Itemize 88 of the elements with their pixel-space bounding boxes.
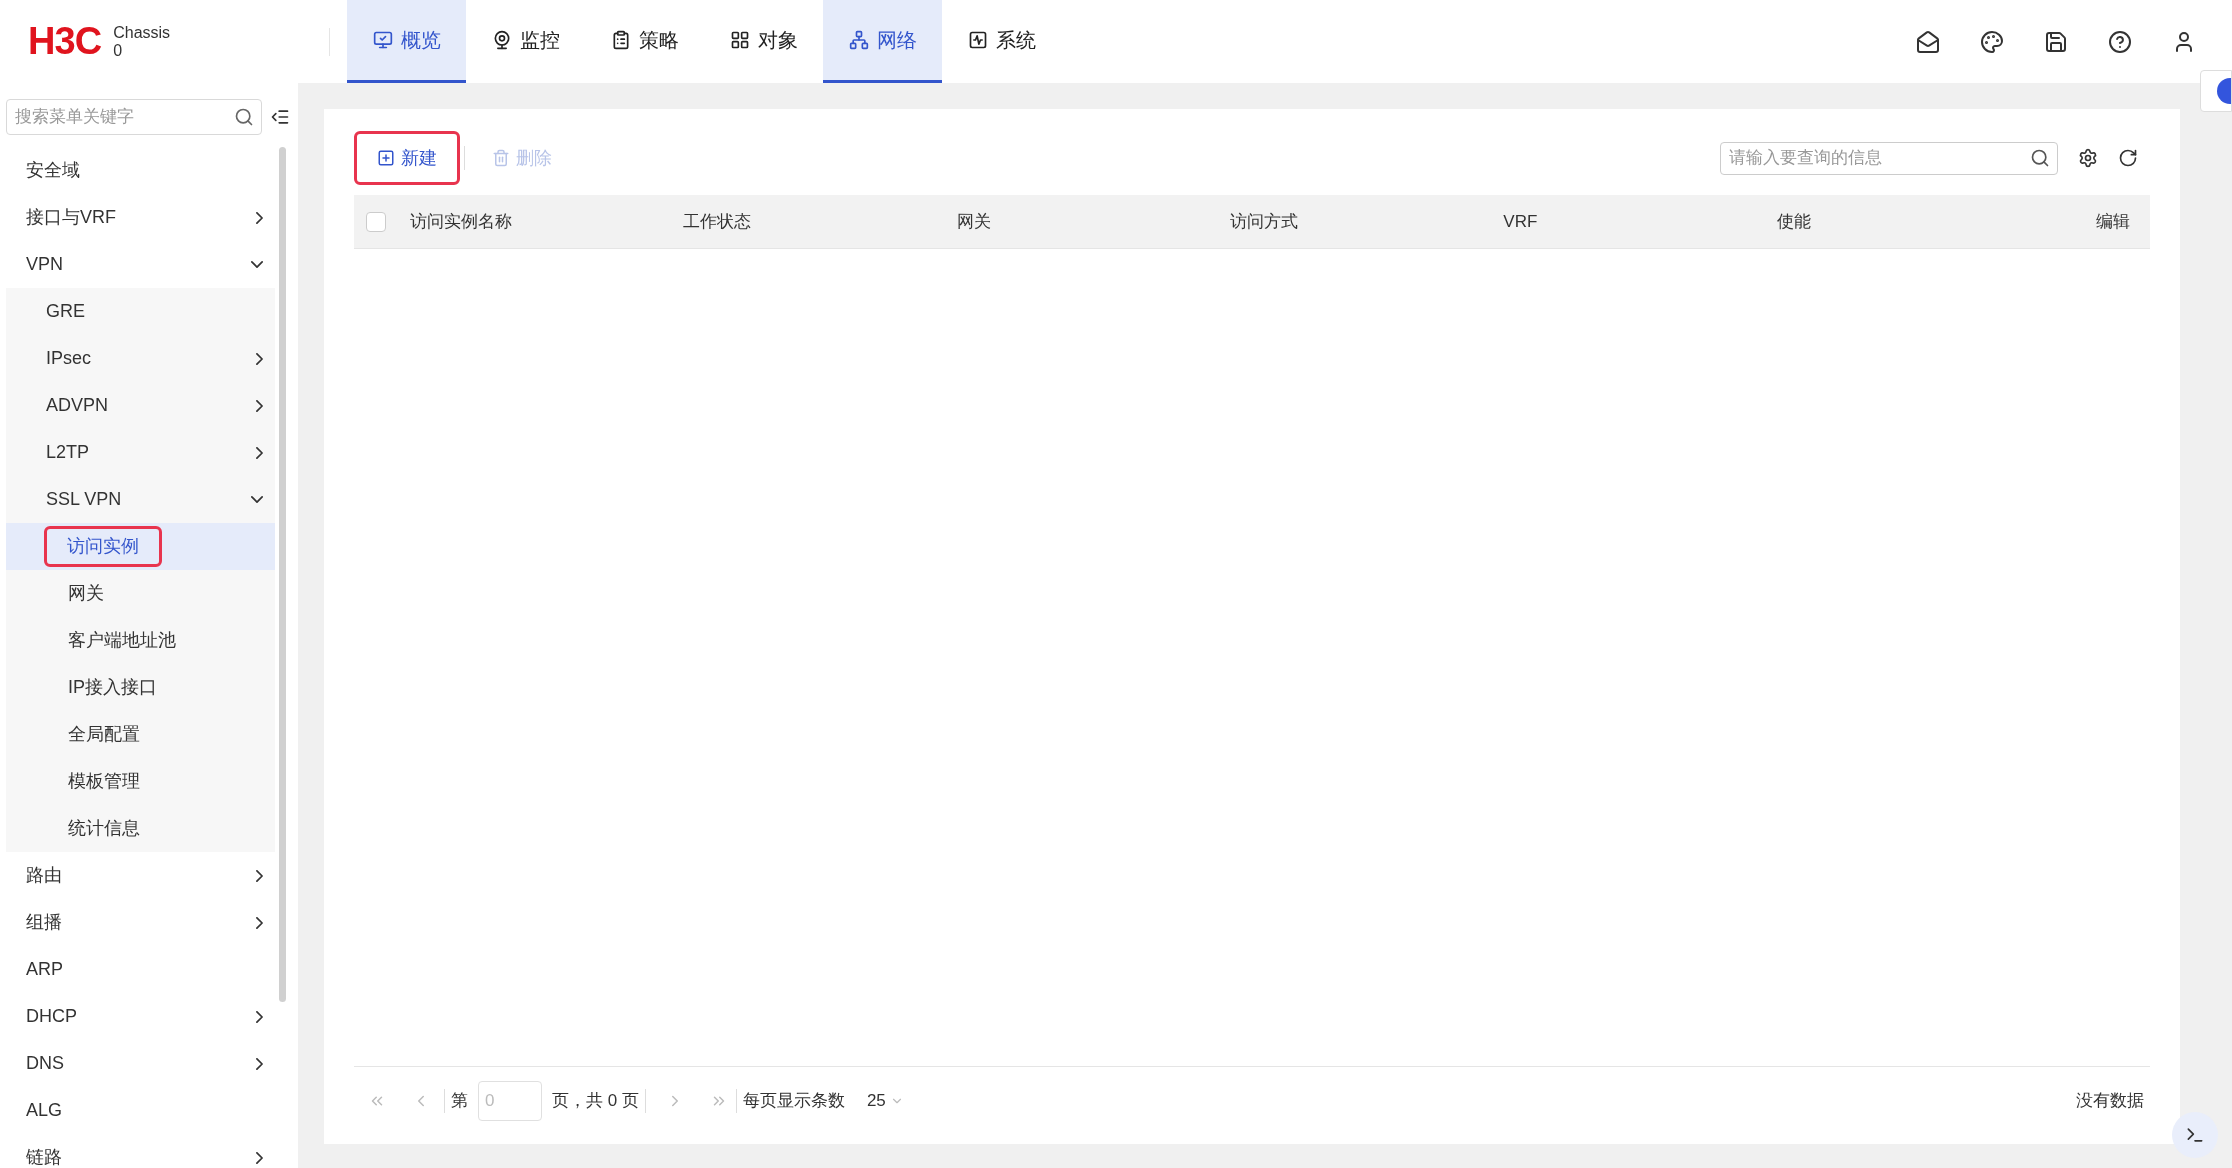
column-header: 访问方式 [1230, 211, 1298, 231]
menu-label: 组播 [26, 911, 62, 934]
menu-label: GRE [46, 300, 85, 323]
empty-status: 没有数据 [2076, 1089, 2145, 1112]
chevron-down-icon [251, 261, 263, 268]
menu-label: ALG [26, 1099, 63, 1122]
terminal-icon [2185, 1125, 2205, 1145]
menu-item[interactable]: SSL VPN [6, 476, 275, 523]
refresh-icon[interactable] [2118, 148, 2138, 168]
collapse-menu-icon[interactable] [270, 107, 290, 127]
trash-icon [492, 149, 510, 167]
menu-item[interactable]: 全局配置 [6, 711, 275, 758]
plus-icon [377, 149, 395, 167]
menu-item[interactable]: 网关 [6, 570, 275, 617]
menu-label: IPsec [46, 347, 92, 370]
menu-item[interactable]: 访问实例 [6, 523, 275, 570]
chevron-right-icon [256, 352, 263, 365]
menu-label: 模板管理 [68, 770, 140, 793]
nav-tab[interactable]: 系统 [942, 0, 1061, 83]
chevron-right-icon [256, 446, 263, 459]
menu-label: 链路 [26, 1146, 62, 1168]
menu-label: SSL VPN [46, 488, 122, 511]
mail-icon[interactable] [1916, 29, 1940, 54]
search-icon [234, 107, 254, 127]
menu-search-field[interactable]: 搜索菜单关键字 [6, 99, 262, 135]
save-icon[interactable] [2044, 29, 2068, 54]
nav-tab[interactable]: 监控 [466, 0, 585, 83]
menu-label: 统计信息 [68, 817, 140, 840]
menu-item[interactable]: GRE [6, 288, 275, 335]
menu-label: DNS [26, 1052, 64, 1075]
column-header: VRF [1503, 211, 1538, 231]
menu-item[interactable]: IPsec [6, 335, 275, 382]
column-header: 使能 [1776, 211, 1811, 231]
chevron-right-icon [256, 399, 263, 412]
chart-icon [967, 30, 988, 50]
menu-item[interactable]: 模板管理 [6, 758, 275, 805]
per-page-label: 每页显示条数 [742, 1089, 845, 1112]
palette-icon[interactable] [1980, 29, 2004, 54]
nav-tab[interactable]: 对象 [704, 0, 823, 83]
chevron-right-icon [256, 916, 263, 929]
chevron-right-icon [256, 869, 263, 882]
menu-label: ARP [26, 958, 63, 981]
menu-label: 路由 [26, 864, 62, 887]
slot-number: 0 [113, 41, 124, 60]
per-page-dropdown[interactable]: 25 [866, 1087, 904, 1114]
menu-label: L2TP [46, 441, 90, 464]
menu-item[interactable]: IP接入接口 [6, 664, 275, 711]
menu-label: DHCP [26, 1005, 77, 1028]
chevron-right-icon [256, 1010, 263, 1023]
help-icon[interactable] [2108, 29, 2132, 54]
select-all-checkbox[interactable] [366, 211, 386, 232]
menu-label: 安全域 [26, 159, 80, 182]
menu-item[interactable]: 统计信息 [6, 805, 275, 852]
menu-label: 访问实例 [44, 526, 162, 567]
menu-label: IP接入接口 [68, 676, 157, 699]
grid-icon [729, 30, 750, 50]
column-header: 工作状态 [683, 211, 752, 231]
side-tab[interactable] [2200, 70, 2232, 112]
chevron-right-icon [256, 211, 263, 224]
nav-tab[interactable]: 策略 [585, 0, 704, 83]
menu-label: 网关 [68, 582, 104, 605]
chevron-right-icon [256, 1151, 263, 1164]
menu-label: 接口与VRF [26, 206, 116, 229]
menu-label: 全局配置 [68, 723, 140, 746]
page-prefix: 第 [451, 1089, 468, 1112]
column-header: 编辑 [2095, 211, 2130, 231]
column-header: 访问实例名称 [410, 211, 512, 231]
menu-item[interactable]: ADVPN [6, 382, 275, 429]
table-search-field[interactable]: 请输入要查询的信息 [1720, 141, 2058, 175]
chevron-down-icon [251, 496, 263, 503]
menu-item[interactable]: 客户端地址池 [6, 617, 275, 664]
menu-label: 客户端地址池 [68, 629, 176, 652]
menu-item[interactable]: L2TP [6, 429, 275, 476]
search-icon [2030, 147, 2050, 168]
logo: H3C [28, 19, 102, 64]
column-header: 网关 [956, 211, 991, 231]
device-name: Chassis [113, 23, 171, 42]
nav-tab[interactable]: 网络 [823, 0, 942, 83]
menu-label: ADVPN [46, 394, 108, 417]
settings-icon[interactable] [2078, 148, 2098, 168]
menu-label: VPN [26, 253, 63, 276]
chevron-right-icon [256, 1057, 263, 1070]
page-count: 页，共 0 页 [552, 1089, 639, 1112]
scrollbar[interactable] [279, 147, 286, 1002]
monitor-icon [372, 30, 393, 50]
add-button[interactable]: 新建 [354, 131, 460, 185]
nav-tab[interactable]: 概览 [347, 0, 466, 83]
network-icon [848, 30, 869, 50]
